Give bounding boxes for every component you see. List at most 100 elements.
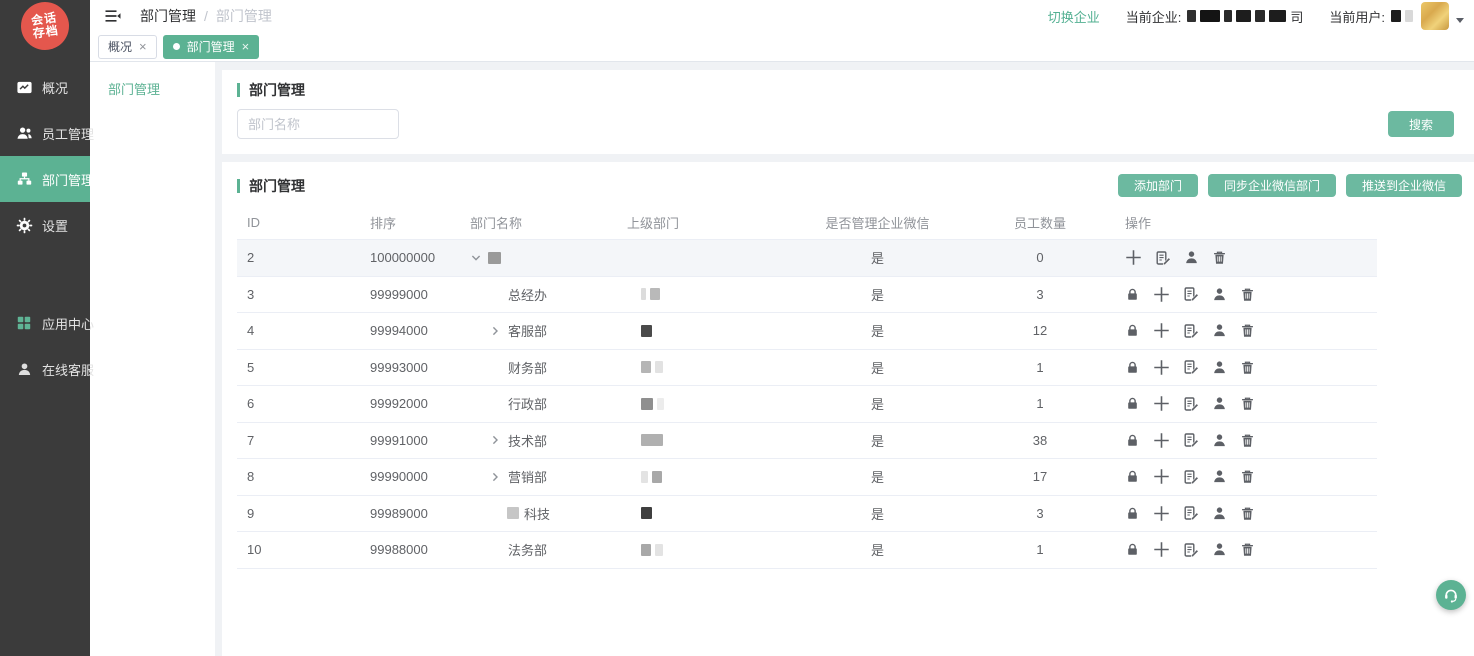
redacted-text-block [641,544,651,556]
department-name: 技术部 [508,431,547,450]
plus-icon[interactable] [1153,359,1170,376]
cell-staff-count: 17 [965,469,1115,484]
sidebar-collapse-icon[interactable] [104,8,122,24]
switch-company-link[interactable]: 切换企业 [1048,7,1100,26]
cell-id: 7 [237,433,360,448]
plus-icon[interactable] [1153,505,1170,522]
person-icon[interactable] [1212,506,1227,521]
app-sidebar: 会话 存档 概况 员工管理 部门管理 设置 应用中心 在 [0,0,90,656]
edit-icon[interactable] [1183,323,1199,339]
trash-icon[interactable] [1240,506,1255,521]
search-panel: 部门管理 搜索 [222,70,1474,154]
plus-icon[interactable] [1153,541,1170,558]
add-department-button[interactable]: 添加部门 [1118,174,1198,197]
sidebar-item-label: 在线客服 [42,360,94,379]
edit-icon[interactable] [1183,396,1199,412]
lock-icon[interactable] [1125,433,1140,448]
trash-icon[interactable] [1240,433,1255,448]
title-marker [237,179,240,193]
search-button[interactable]: 搜索 [1388,111,1454,137]
cell-actions [1115,468,1377,485]
sidebar-item-label: 设置 [42,216,68,235]
column-header-sort: 排序 [360,213,460,232]
tab-overview[interactable]: 概况 × [98,35,157,59]
plus-icon[interactable] [1153,286,1170,303]
edit-icon[interactable] [1183,542,1199,558]
sidebar-item-settings[interactable]: 设置 [0,202,90,248]
cell-sort: 99989000 [360,506,460,521]
user-avatar[interactable] [1421,2,1449,30]
plus-icon[interactable] [1153,432,1170,449]
edit-icon[interactable] [1183,359,1199,375]
chevron-down-icon[interactable] [470,252,488,264]
lock-icon[interactable] [1125,323,1140,338]
push-to-wechat-button[interactable]: 推送到企业微信 [1346,174,1462,197]
user-menu-caret-icon[interactable] [1456,18,1464,23]
sidebar-item-department[interactable]: 部门管理 [0,156,90,202]
cell-wechat-managed: 是 [790,394,965,413]
trash-icon[interactable] [1240,542,1255,557]
person-icon[interactable] [1212,469,1227,484]
sidebar-item-overview[interactable]: 概况 [0,64,90,110]
person-icon[interactable] [1212,433,1227,448]
sidebar-item-online-support[interactable]: 在线客服 [0,346,90,392]
person-icon[interactable] [1212,287,1227,302]
lock-icon[interactable] [1125,469,1140,484]
lock-icon[interactable] [1125,287,1140,302]
redacted-text-block [507,507,519,519]
tab-close-icon[interactable]: × [139,40,147,53]
chevron-right-icon[interactable] [489,434,507,446]
person-icon[interactable] [1212,396,1227,411]
plus-icon[interactable] [1125,249,1142,266]
person-icon[interactable] [1212,323,1227,338]
sidebar-item-staff[interactable]: 员工管理 [0,110,90,156]
tab-department-management[interactable]: 部门管理 × [163,35,260,59]
breadcrumb-current-section[interactable]: 部门管理 [140,6,196,26]
department-name: 财务部 [508,358,547,377]
redacted-text-block [1200,10,1220,22]
edit-icon[interactable] [1183,432,1199,448]
edit-icon[interactable] [1183,505,1199,521]
trash-icon[interactable] [1240,323,1255,338]
tab-close-icon[interactable]: × [242,40,250,53]
cell-id: 8 [237,469,360,484]
cell-wechat-managed: 是 [790,431,965,450]
person-icon[interactable] [1212,542,1227,557]
lock-icon[interactable] [1125,542,1140,557]
tab-label: 部门管理 [187,38,235,55]
plus-icon[interactable] [1153,468,1170,485]
chevron-right-icon[interactable] [489,325,507,337]
trash-icon[interactable] [1240,469,1255,484]
sidebar-item-label: 应用中心 [42,314,94,333]
trash-icon[interactable] [1212,250,1227,265]
lock-icon[interactable] [1125,360,1140,375]
cell-department-name: 营销部 [460,467,617,486]
cell-parent-department [617,325,790,337]
staff-people-icon [15,125,33,142]
person-icon[interactable] [1212,360,1227,375]
sidebar-item-appcenter[interactable]: 应用中心 [0,300,90,346]
subnav-item-department[interactable]: 部门管理 [90,79,215,98]
cell-id: 5 [237,360,360,375]
department-name-input[interactable] [237,109,399,139]
column-header-name: 部门名称 [460,213,617,232]
cell-actions [1115,432,1377,449]
plus-icon[interactable] [1153,322,1170,339]
company-redaction [1187,10,1286,22]
trash-icon[interactable] [1240,287,1255,302]
trash-icon[interactable] [1240,396,1255,411]
person-icon[interactable] [1184,250,1199,265]
edit-icon[interactable] [1183,469,1199,485]
lock-icon[interactable] [1125,506,1140,521]
sync-wechat-departments-button[interactable]: 同步企业微信部门 [1208,174,1336,197]
lock-icon[interactable] [1125,396,1140,411]
trash-icon[interactable] [1240,360,1255,375]
logo-line2: 存档 [32,24,60,40]
plus-icon[interactable] [1153,395,1170,412]
main-panel: 部门管理 搜索 部门管理 添加部门 同步企业微信部门 推送到企业微信 [222,62,1474,656]
edit-icon[interactable] [1155,250,1171,266]
chevron-right-icon[interactable] [489,471,507,483]
edit-icon[interactable] [1183,286,1199,302]
cell-sort: 99993000 [360,360,460,375]
customer-support-float-button[interactable] [1436,580,1466,610]
